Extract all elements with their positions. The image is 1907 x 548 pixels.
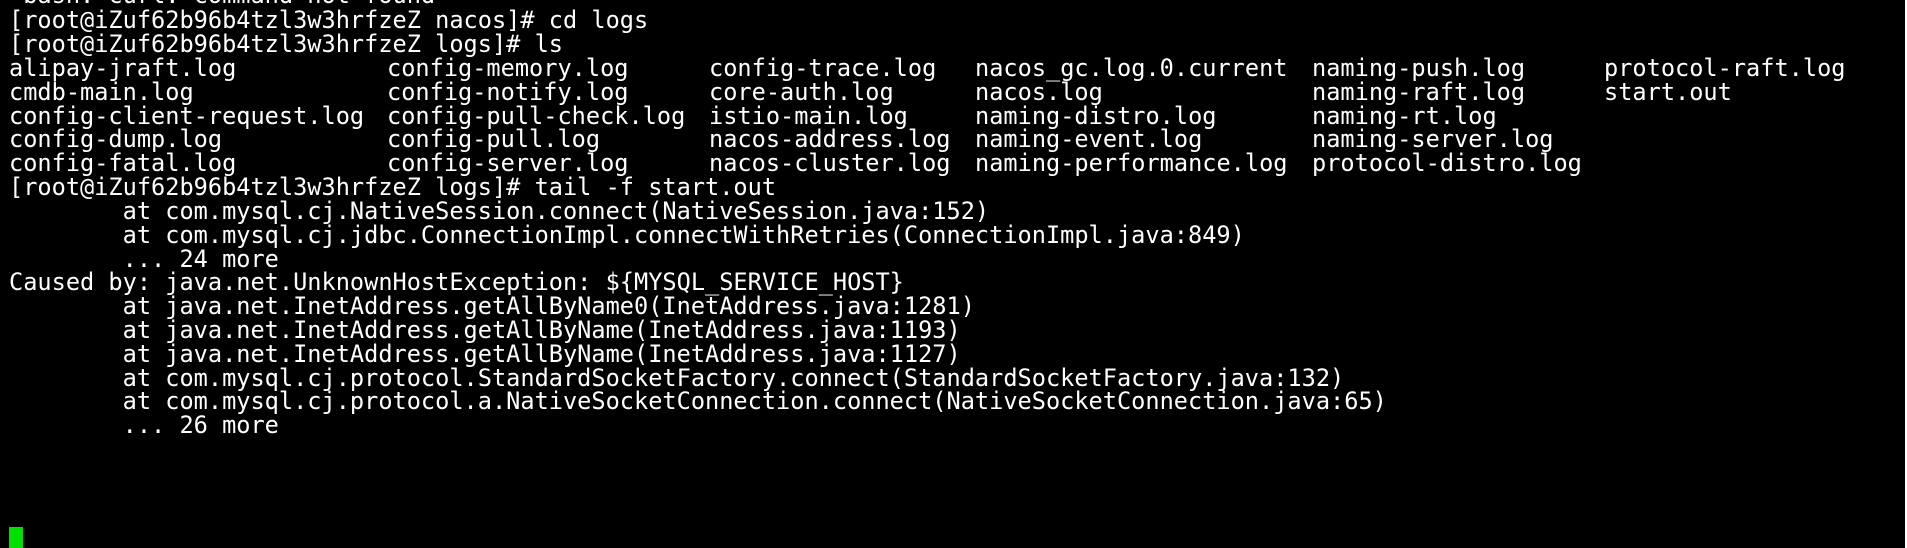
output-line: ... 26 more xyxy=(9,411,279,440)
terminal-cursor xyxy=(9,527,23,548)
ls-entry: naming-performance.log xyxy=(975,149,1288,178)
ls-entry: protocol-distro.log xyxy=(1312,149,1582,178)
terminal-window[interactable]: -bash: curl: command not found [root@iZu… xyxy=(0,0,1907,548)
ls-entry: start.out xyxy=(1604,77,1732,106)
